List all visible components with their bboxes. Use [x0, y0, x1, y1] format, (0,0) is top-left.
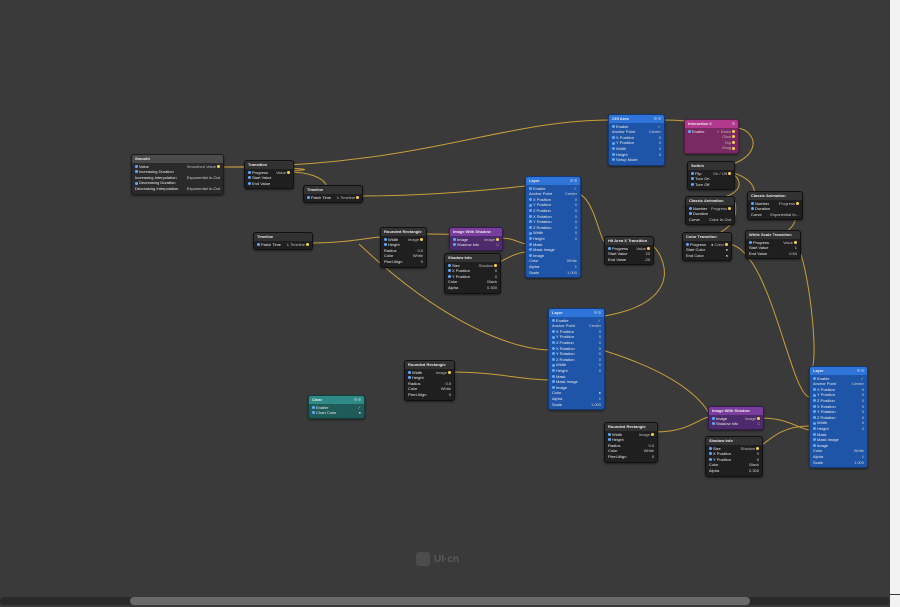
node-rounded-rect-2[interactable]: Rounded Rectangle WidthImageHeightRadius…: [404, 360, 455, 401]
node-classic-animation-2[interactable]: Classic Animation NumberProgressDuration…: [747, 191, 803, 220]
scrollbar-corner: [890, 595, 900, 607]
node-body: Enable✓Anchor PointCenterX Position0Y Po…: [549, 317, 604, 410]
node-body: Enable✓Anchor PointCenterX Position0Y Po…: [526, 185, 580, 278]
node-title: Classic Animation: [751, 193, 786, 199]
node-body: Enable✓Chart Color●: [309, 404, 364, 418]
node-title-buttons[interactable]: [354, 398, 361, 401]
node-title: Switch: [691, 163, 704, 169]
node-rounded-rect-1[interactable]: Rounded Rectangle WidthImageHeightRadius…: [380, 227, 427, 268]
node-body: Enable✓Anchor PointCenterX Position0Y Po…: [609, 123, 664, 165]
node-transition[interactable]: Transition ProgressValueStart ValueEnd V…: [244, 160, 294, 189]
node-clear[interactable]: Clear Enable✓Chart Color●: [308, 395, 365, 419]
node-title: Image With Shadow: [712, 408, 750, 414]
node-switch[interactable]: Switch FlipOn / OffTurn OnTurn Off: [687, 161, 735, 190]
node-classic-animation-1[interactable]: Classic Animation NumberProgressDuration…: [685, 196, 735, 225]
node-body: WidthImageHeightRadius0.0ColorWhitePixel…: [605, 431, 657, 462]
node-title: Interaction 2: [688, 121, 712, 127]
node-body: SizeShadowX Position0Y Position0ColorBla…: [445, 262, 500, 293]
node-shadow-info-1[interactable]: Shadow Info SizeShadowX Position0Y Posit…: [444, 253, 501, 294]
node-title: Rounded Rectangle: [408, 362, 446, 368]
node-title: Image With Shadow: [453, 229, 491, 235]
node-title: Smooth: [135, 156, 150, 162]
node-body: ImageImageShadow Info□: [450, 236, 502, 250]
node-title: Layer: [813, 368, 824, 374]
node-body: SizeShadowX Position0Y Position0ColorBla…: [706, 445, 762, 476]
node-body: ProgressValueStart Value1End Value0.54: [746, 239, 800, 259]
node-hit-area-x-transition[interactable]: Hit Area X Transition ProgressValueStart…: [604, 236, 654, 265]
node-title-buttons[interactable]: [594, 311, 601, 314]
node-title: Shadow Info: [448, 255, 472, 261]
watermark: UI·cn: [416, 552, 459, 566]
node-body: WidthImageHeightRadius0.0ColorWhitePixel…: [405, 369, 454, 400]
node-title: Timeline: [307, 187, 323, 193]
node-interaction-2[interactable]: Interaction 2 Enable✓DownClickTapDrag: [684, 119, 739, 154]
node-body: Enable✓Anchor PointCenterX Position0Y Po…: [810, 375, 867, 468]
node-body: WidthImageHeightRadius0.0ColorWhitePixel…: [381, 236, 426, 267]
node-body: NumberProgressDurationCurveExponential I…: [748, 200, 802, 220]
node-title: Layer: [552, 310, 563, 316]
node-body: Patch Time1Timeline: [254, 241, 312, 250]
node-rounded-rect-3[interactable]: Rounded Rectangle WidthImageHeightRadius…: [604, 422, 658, 463]
node-body: Enable✓DownClickTapDrag: [685, 128, 738, 153]
node-title: Timeline: [257, 234, 273, 240]
node-title: Color Transition: [686, 234, 717, 240]
node-title: Hit Area X Transition: [608, 238, 647, 244]
node-title: Rounded Rectangle: [608, 424, 646, 430]
node-timeline-1[interactable]: Timeline Patch Time1Timeline: [303, 185, 363, 203]
node-title: White Scale Transition: [749, 232, 792, 238]
node-layer-3[interactable]: Layer Enable✓Anchor PointCenterX Positio…: [809, 366, 868, 468]
node-title-buttons[interactable]: [654, 117, 661, 120]
node-title: Shadow Info: [709, 438, 733, 444]
horizontal-scrollbar-thumb[interactable]: [130, 597, 750, 605]
node-body: Patch Time1Timeline: [304, 194, 362, 203]
node-title: Transition: [248, 162, 267, 168]
node-layer-2[interactable]: Layer Enable✓Anchor PointCenterX Positio…: [548, 308, 605, 410]
node-title: Layer: [529, 178, 540, 184]
node-color-transition[interactable]: Color Transition Progress●ColorStart Col…: [682, 232, 732, 261]
watermark-logo-icon: [416, 552, 430, 566]
node-title: Clear: [312, 397, 322, 403]
node-chi-area[interactable]: CHI Area Enable✓Anchor PointCenterX Posi…: [608, 114, 665, 166]
horizontal-scrollbar-track[interactable]: [0, 597, 890, 605]
node-timeline-2[interactable]: Timeline Patch Time1Timeline: [253, 232, 313, 250]
vertical-scrollbar-track[interactable]: [890, 0, 900, 594]
node-title-buttons[interactable]: [732, 122, 735, 125]
node-image-with-shadow-1[interactable]: Image With Shadow ImageImageShadow Info□: [449, 227, 503, 251]
node-body: ProgressValueStart Value20End Value-20: [605, 245, 653, 265]
node-image-with-shadow-2[interactable]: Image With Shadow ImageImageShadow Info□: [708, 406, 764, 430]
node-layer-1[interactable]: Layer Enable✓Anchor PointCenterX Positio…: [525, 176, 581, 278]
node-body: ImageImageShadow Info□: [709, 415, 763, 429]
node-body: FlipOn / OffTurn OnTurn Off: [688, 170, 734, 190]
node-title: Classic Animation: [689, 198, 724, 204]
node-shadow-info-2[interactable]: Shadow Info SizeShadowX Position0Y Posit…: [705, 436, 763, 477]
node-body: ValueSmoothed ValueIncreasing DurationIn…: [132, 163, 223, 194]
node-smooth[interactable]: Smooth ValueSmoothed ValueIncreasing Dur…: [131, 154, 224, 195]
node-white-scale-transition[interactable]: White Scale Transition ProgressValueStar…: [745, 230, 801, 259]
watermark-text: UI·cn: [434, 554, 459, 565]
node-title: CHI Area: [612, 116, 629, 122]
node-body: NumberProgressDurationCurveColor In-Out: [686, 205, 734, 225]
node-body: ProgressValueStart ValueEnd Value: [245, 169, 293, 189]
node-body: Progress●ColorStart Color●End Color●: [683, 241, 731, 261]
node-title: Rounded Rectangle: [384, 229, 422, 235]
node-title-buttons[interactable]: [570, 179, 577, 182]
node-title-buttons[interactable]: [857, 369, 864, 372]
